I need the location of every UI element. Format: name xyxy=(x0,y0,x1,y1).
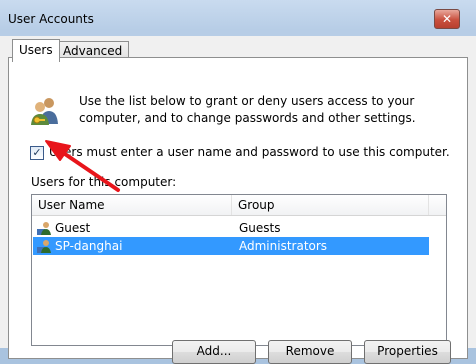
column-user-name-label: User Name xyxy=(38,198,105,212)
remove-button[interactable]: Remove xyxy=(268,340,352,364)
properties-button[interactable]: Properties xyxy=(364,340,451,364)
user-icon xyxy=(37,222,51,235)
listview-scroll-area xyxy=(430,216,445,344)
user-name-cell: SP-danghai xyxy=(55,239,123,253)
dialog-client-area: Users Advanced Use the list below to gra… xyxy=(0,36,476,364)
title-bar[interactable]: User Accounts ✕ xyxy=(0,0,476,36)
users-icon xyxy=(31,98,58,125)
users-list-caption: Users for this computer: xyxy=(31,175,177,189)
user-name-cell: Guest xyxy=(55,221,91,235)
user-icon xyxy=(37,240,51,253)
listview-header: User Name Group xyxy=(32,195,446,216)
tab-advanced-label: Advanced xyxy=(63,44,123,58)
user-accounts-window: User Accounts ✕ Users Advanced Use the l… xyxy=(0,0,476,364)
checkmark-icon: ✓ xyxy=(32,146,42,159)
users-listview[interactable]: User Name Group Guest Guests SP-danghai … xyxy=(31,194,447,346)
close-button[interactable]: ✕ xyxy=(434,9,460,29)
add-button[interactable]: Add... xyxy=(172,340,256,364)
intro-text: Use the list below to grant or deny user… xyxy=(79,94,416,125)
require-password-label[interactable]: Users must enter a user name and passwor… xyxy=(49,145,450,159)
require-password-checkbox[interactable]: ✓ xyxy=(30,146,44,160)
users-tab-panel: Use the list below to grant or deny user… xyxy=(8,57,468,364)
column-header-group[interactable]: Group xyxy=(232,195,429,215)
group-cell: Guests xyxy=(239,221,281,235)
close-icon: ✕ xyxy=(441,12,453,26)
table-row[interactable]: SP-danghai Administrators xyxy=(33,237,429,255)
window-title: User Accounts xyxy=(8,12,94,26)
column-header-user-name[interactable]: User Name xyxy=(32,195,232,215)
table-row[interactable]: Guest Guests xyxy=(33,219,429,237)
tab-users[interactable]: Users xyxy=(12,39,60,62)
group-cell: Administrators xyxy=(239,239,328,253)
column-group-label: Group xyxy=(238,198,275,212)
tab-users-label: Users xyxy=(19,43,53,57)
